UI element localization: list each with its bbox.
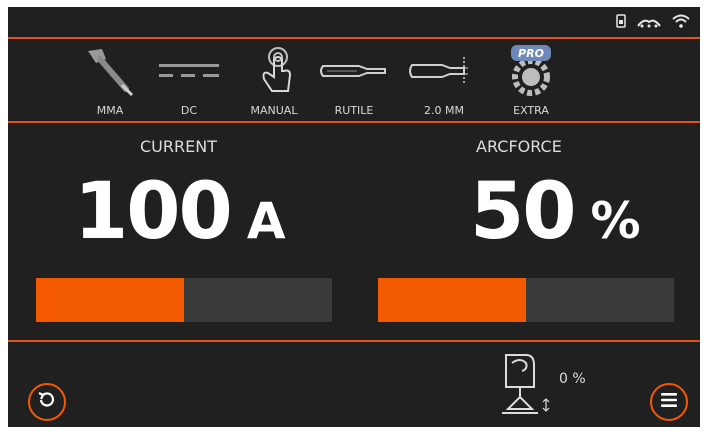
- arcforce-value: 50: [470, 167, 577, 257]
- mode-label: DC: [180, 104, 198, 117]
- status-icons: [616, 13, 690, 32]
- wire-feed-icon: [494, 354, 554, 421]
- reset-icon: [37, 390, 57, 414]
- pro-gear-icon: PRO: [491, 45, 571, 97]
- divider-top: [8, 37, 700, 39]
- arcforce-slider-fill: [378, 278, 526, 322]
- mode-diameter[interactable]: 2.0 MM: [404, 41, 484, 121]
- mode-extra[interactable]: PRO EXTRA: [491, 41, 571, 121]
- divider-bottom: [8, 340, 700, 342]
- current-title: CURRENT: [140, 137, 217, 156]
- wifi-dots-icon: [636, 13, 662, 32]
- electrode-holder-icon: [70, 45, 150, 97]
- mode-label: EXTRA: [513, 104, 549, 117]
- arcforce-title: ARCFORCE: [476, 137, 562, 156]
- wire-feed-value: 0 %: [559, 371, 586, 387]
- mode-manual[interactable]: MANUAL: [234, 41, 314, 121]
- touch-hand-icon: [234, 45, 314, 97]
- current-value: 100: [74, 167, 233, 257]
- mode-rutile[interactable]: RUTILE: [314, 41, 394, 121]
- menu-icon: [659, 391, 679, 413]
- divider-mid: [8, 121, 700, 123]
- menu-button[interactable]: [650, 383, 688, 421]
- current-readout: 100 A: [74, 167, 286, 257]
- mode-dc[interactable]: DC: [149, 41, 229, 121]
- welder-screen: MMA DC MANUAL RUTILE 2.0 MM PRO EXTRA CU…: [8, 7, 700, 427]
- mode-label: RUTILE: [334, 104, 374, 117]
- status-bar: [8, 7, 700, 37]
- mode-label: MANUAL: [250, 104, 298, 117]
- arcforce-slider[interactable]: [378, 278, 674, 322]
- current-slider[interactable]: [36, 278, 332, 322]
- mode-label: 2.0 MM: [424, 104, 464, 117]
- arcforce-readout: 50%: [470, 167, 641, 257]
- pro-badge: PRO: [518, 47, 544, 60]
- rutile-electrode-icon: [314, 45, 394, 97]
- dc-current-icon: [149, 45, 229, 97]
- wire-feed-indicator: [494, 351, 554, 417]
- mode-label: MMA: [96, 104, 124, 117]
- current-slider-fill: [36, 278, 184, 322]
- electrode-diameter-icon: [404, 45, 484, 97]
- current-unit: A: [246, 192, 286, 250]
- wifi-icon: [672, 13, 690, 32]
- reset-button[interactable]: [28, 383, 66, 421]
- sim-card-icon: [616, 13, 626, 32]
- mode-mma[interactable]: MMA: [70, 41, 150, 121]
- arcforce-unit: %: [590, 192, 641, 250]
- mode-row: MMA DC MANUAL RUTILE 2.0 MM PRO EXTRA: [8, 41, 700, 121]
